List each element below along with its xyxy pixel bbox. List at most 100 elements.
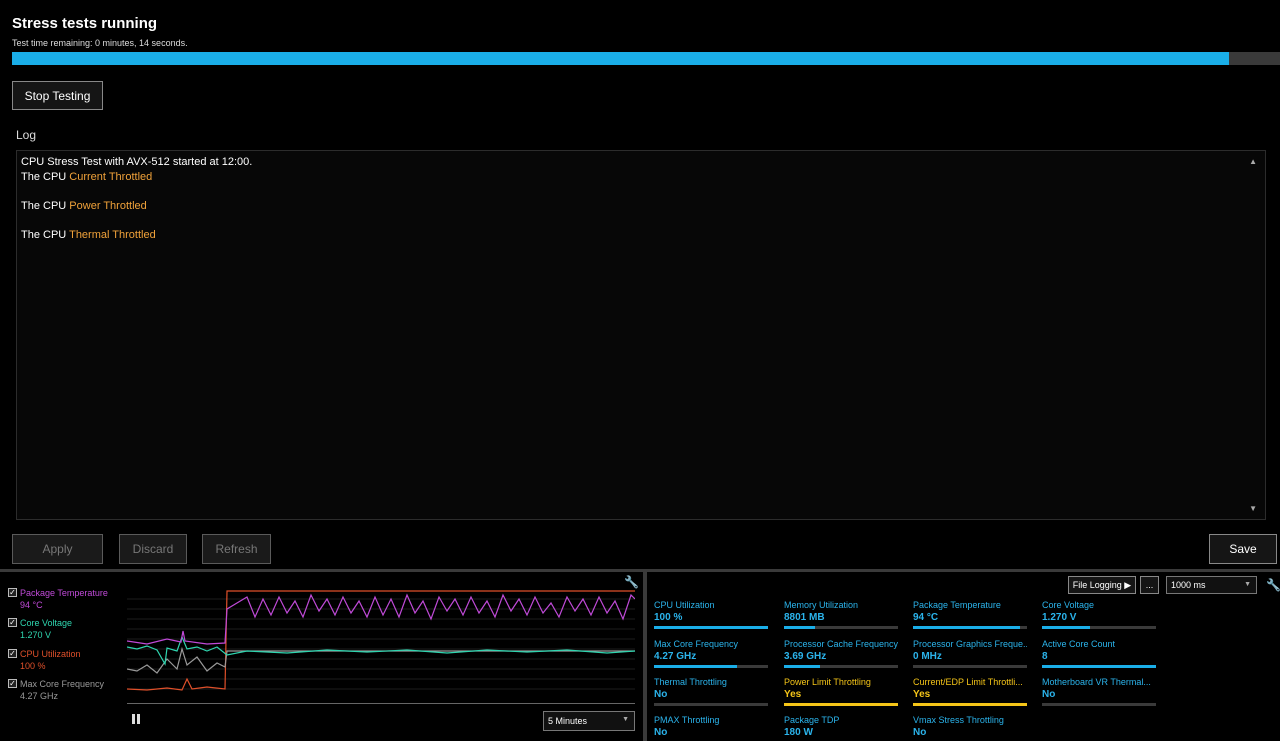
metric-bar xyxy=(654,665,768,668)
metric-label: Active Core Count xyxy=(1042,639,1116,649)
panel-divider[interactable] xyxy=(643,572,647,741)
metric-bar-fill xyxy=(784,665,821,668)
file-logging-button[interactable]: File Logging ▶ xyxy=(1068,576,1136,594)
metric-value: Yes xyxy=(913,689,931,700)
metric-label: Vmax Stress Throttling xyxy=(913,715,1004,725)
metric-value: 8801 MB xyxy=(784,612,825,623)
metric-tile[interactable]: Power Limit Throttling Yes xyxy=(784,677,898,711)
time-remaining-text: Test time remaining: 0 minutes, 14 secon… xyxy=(12,38,188,48)
metric-value: 3.69 GHz xyxy=(784,651,827,662)
apply-button[interactable]: Apply xyxy=(12,534,103,564)
metric-value: Yes xyxy=(784,689,802,700)
time-range-select[interactable]: 5 Minutes ▼ xyxy=(543,711,635,731)
metric-bar xyxy=(913,665,1027,668)
checkbox[interactable]: ✓ xyxy=(8,588,17,597)
metric-tile[interactable]: Current/EDP Limit Throttli... Yes xyxy=(913,677,1027,711)
metric-tile[interactable]: Processor Graphics Freque... 0 MHz xyxy=(913,639,1027,673)
polling-interval-select[interactable]: 1000 ms ▼ xyxy=(1166,576,1257,594)
metric-tile[interactable]: Processor Cache Frequency 3.69 GHz xyxy=(784,639,898,673)
polling-interval-value: 1000 ms xyxy=(1171,580,1206,590)
metric-bar-fill xyxy=(784,626,815,629)
metric-bar-fill xyxy=(654,665,738,668)
metric-tile[interactable]: Thermal Throttling No xyxy=(654,677,768,711)
metric-value: 4.27 GHz xyxy=(654,651,697,662)
metric-tile[interactable]: CPU Utilization 100 % xyxy=(654,600,768,634)
metric-bar xyxy=(654,703,768,706)
metric-label: CPU Utilization xyxy=(654,600,715,610)
metric-value: 1.270 V xyxy=(1042,612,1077,623)
metric-bar xyxy=(1042,626,1156,629)
checkbox[interactable]: ✓ xyxy=(8,679,17,688)
log-label: Log xyxy=(16,128,37,142)
scroll-up-arrow-icon[interactable]: ▲ xyxy=(1249,157,1257,166)
chevron-down-icon: ▼ xyxy=(622,716,629,723)
metric-value: 8 xyxy=(1042,651,1048,662)
metric-tile[interactable]: Memory Utilization 8801 MB xyxy=(784,600,898,634)
metric-tile[interactable]: Package TDP 180 W xyxy=(784,715,898,741)
pause-icon[interactable] xyxy=(132,714,142,726)
metric-bar xyxy=(1042,703,1156,706)
metric-label: Package TDP xyxy=(784,715,840,725)
metric-tile[interactable]: Package Temperature 94 °C xyxy=(913,600,1027,634)
metric-bar xyxy=(784,626,898,629)
metric-value: No xyxy=(654,689,668,700)
metric-label: Processor Graphics Freque... xyxy=(913,639,1027,649)
metric-value: 0 MHz xyxy=(913,651,942,662)
test-progress-bar xyxy=(12,52,1280,65)
log-line: The CPU Current Throttled xyxy=(21,171,153,183)
metric-bar-fill xyxy=(1042,665,1156,668)
metric-tile[interactable]: Active Core Count 8 xyxy=(1042,639,1156,673)
metric-label: Processor Cache Frequency xyxy=(784,639,898,649)
metric-bar xyxy=(913,626,1027,629)
metric-bar xyxy=(654,626,768,629)
monitor-settings-wrench-icon[interactable]: 🔧 xyxy=(1266,578,1280,592)
checkbox[interactable]: ✓ xyxy=(8,618,17,627)
metric-tile[interactable]: PMAX Throttling No xyxy=(654,715,768,741)
metric-tile[interactable]: Vmax Stress Throttling No xyxy=(913,715,1027,741)
metric-bar xyxy=(784,703,898,706)
metric-bar xyxy=(784,665,898,668)
metric-tile[interactable]: Core Voltage 1.270 V xyxy=(1042,600,1156,634)
metric-bar xyxy=(913,703,1027,706)
metric-label: PMAX Throttling xyxy=(654,715,720,725)
log-line: The CPU Thermal Throttled xyxy=(21,229,156,241)
metric-label: Core Voltage xyxy=(1042,600,1095,610)
metric-bar-fill xyxy=(654,626,768,629)
scroll-down-arrow-icon[interactable]: ▼ xyxy=(1249,504,1257,513)
metric-value: No xyxy=(654,727,668,738)
metric-label: Thermal Throttling xyxy=(654,677,727,687)
graph-settings-wrench-icon[interactable]: 🔧 xyxy=(624,575,639,589)
metric-bar-fill xyxy=(1042,626,1090,629)
metric-value: 180 W xyxy=(784,727,813,738)
metric-label: Motherboard VR Thermal... xyxy=(1042,677,1151,687)
metric-value: 100 % xyxy=(654,612,683,623)
sensor-graph xyxy=(127,590,635,704)
metric-tile[interactable]: Max Core Frequency 4.27 GHz xyxy=(654,639,768,673)
metric-value: No xyxy=(1042,689,1056,700)
metric-value: No xyxy=(913,727,927,738)
metric-label: Memory Utilization xyxy=(784,600,859,610)
stop-testing-button[interactable]: Stop Testing xyxy=(12,81,103,110)
metric-value: 94 °C xyxy=(913,612,939,623)
checkbox[interactable]: ✓ xyxy=(8,649,17,658)
metric-label: Package Temperature xyxy=(913,600,1001,610)
log-line: CPU Stress Test with AVX-512 started at … xyxy=(21,156,253,168)
log-panel[interactable]: CPU Stress Test with AVX-512 started at … xyxy=(16,150,1266,520)
metric-bar-fill xyxy=(913,703,1027,706)
more-options-button[interactable]: ... xyxy=(1140,576,1159,594)
discard-button[interactable]: Discard xyxy=(119,534,187,564)
metric-bar xyxy=(1042,665,1156,668)
metric-tile[interactable]: Motherboard VR Thermal... No xyxy=(1042,677,1156,711)
cpu-utilization-line xyxy=(127,590,635,691)
save-button[interactable]: Save xyxy=(1209,534,1277,564)
time-range-value: 5 Minutes xyxy=(548,716,588,726)
chevron-down-icon: ▼ xyxy=(1244,581,1251,588)
refresh-button[interactable]: Refresh xyxy=(202,534,271,564)
metric-label: Power Limit Throttling xyxy=(784,677,871,687)
metric-bar-fill xyxy=(784,703,898,706)
page-title: Stress tests running xyxy=(12,15,158,32)
metric-label: Max Core Frequency xyxy=(654,639,739,649)
metric-bar-fill xyxy=(913,626,1021,629)
metric-label: Current/EDP Limit Throttli... xyxy=(913,677,1023,687)
test-progress-fill xyxy=(12,52,1230,65)
